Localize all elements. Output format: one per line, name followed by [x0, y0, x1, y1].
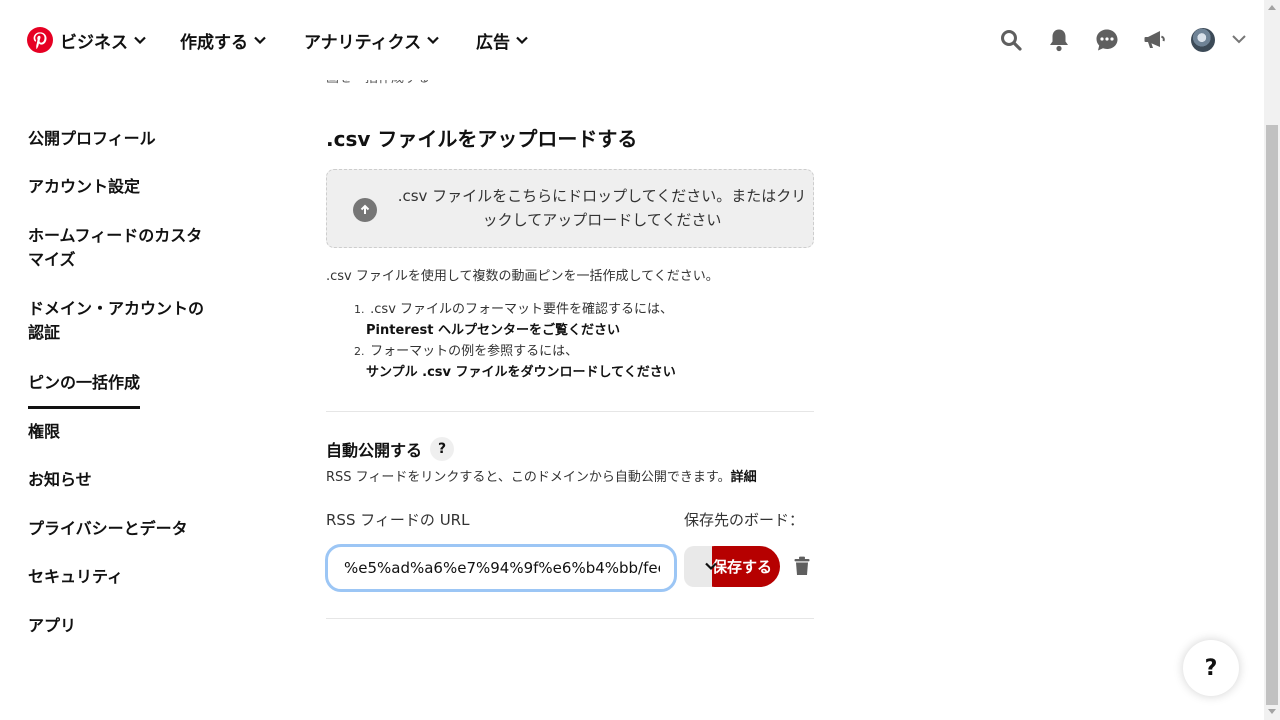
download-sample-csv-link[interactable]: サンプル .csv ファイルをダウンロードしてください — [354, 362, 676, 383]
board-label: 保存先のボード： — [684, 511, 805, 529]
sidebar-item-apps[interactable]: アプリ — [28, 614, 218, 638]
sidebar-item-bulk-create-pins[interactable]: ピンの一括作成 — [28, 371, 218, 409]
search-icon[interactable] — [997, 26, 1025, 54]
sidebar-item-permissions[interactable]: 権限 — [28, 420, 218, 444]
nav-ads-label: 広告 — [476, 32, 510, 53]
csv-dropzone[interactable]: .csv ファイルをこちらにドロップしてください。またはクリックしてアップロード… — [326, 169, 814, 248]
scrollbar-thumb[interactable] — [1266, 125, 1278, 705]
auto-publish-help-button[interactable]: ? — [430, 437, 455, 461]
messages-icon[interactable] — [1093, 26, 1121, 54]
step-text: .csv ファイルのフォーマット要件を確認するには、 — [370, 302, 674, 317]
dropzone-text: .csv ファイルをこちらにドロップしてください。またはクリックしてアップロード… — [397, 187, 807, 229]
step-number: 1. — [354, 303, 365, 316]
sidebar-item-notifications[interactable]: お知らせ — [28, 468, 218, 492]
rss-url-input[interactable] — [325, 544, 677, 592]
section-divider — [326, 411, 814, 412]
help-center-link[interactable]: Pinterest ヘルプセンターをご覧ください — [354, 320, 676, 341]
scroll-down-arrow-icon[interactable] — [1268, 709, 1276, 714]
nav-create-menu[interactable]: 作成する — [180, 27, 266, 53]
chevron-down-icon[interactable] — [704, 558, 718, 577]
chevron-down-icon — [254, 36, 266, 44]
auto-publish-heading: 自動公開する ? — [326, 437, 455, 461]
notifications-bell-icon[interactable] — [1045, 26, 1073, 54]
pinterest-logo-icon[interactable] — [27, 27, 53, 53]
sidebar-item-security[interactable]: セキュリティ — [28, 565, 218, 589]
sidebar-item-privacy-data[interactable]: プライバシーとデータ — [28, 517, 218, 541]
rss-url-label: RSS フィードの URL — [326, 511, 470, 529]
account-chevron-down-icon[interactable] — [1230, 30, 1248, 52]
floating-help-button[interactable]: ? — [1183, 640, 1239, 696]
sidebar-item-public-profile[interactable]: 公開プロフィール — [28, 127, 218, 151]
details-link[interactable]: 詳細 — [731, 470, 757, 485]
section-divider — [326, 618, 814, 619]
auto-publish-title: 自動公開する — [326, 441, 423, 460]
list-item: 1. .csv ファイルのフォーマット要件を確認するには、 Pinterest … — [354, 299, 676, 341]
nav-ads-menu[interactable]: 広告 — [476, 27, 528, 53]
nav-business-menu[interactable]: ビジネス — [60, 27, 146, 53]
list-item: 2. フォーマットの例を参照するには、 サンプル .csv ファイルをダウンロー… — [354, 341, 676, 383]
chevron-down-icon — [427, 36, 439, 44]
scroll-up-arrow-icon[interactable] — [1268, 5, 1276, 10]
sidebar-item-account-settings[interactable]: アカウント設定 — [28, 175, 218, 199]
chevron-down-icon — [516, 36, 528, 44]
step-text: フォーマットの例を参照するには、 — [370, 344, 579, 359]
upload-csv-heading: .csv ファイルをアップロードする — [326, 127, 638, 151]
auto-publish-description: RSS フィードをリンクすると、このドメインから自動公開できます。詳細 — [326, 466, 757, 485]
upload-arrow-icon — [353, 198, 377, 222]
nav-create-label: 作成する — [180, 32, 248, 53]
user-avatar[interactable] — [1191, 28, 1215, 52]
announcements-megaphone-icon[interactable] — [1141, 26, 1169, 54]
top-navigation: ビジネス 作成する アナリティクス 広告 — [0, 0, 1264, 80]
nav-business-label: ビジネス — [60, 32, 128, 53]
chevron-down-icon — [134, 36, 146, 44]
trash-icon[interactable] — [793, 556, 811, 580]
sidebar-item-claim[interactable]: ドメイン・アカウントの認証 — [28, 297, 218, 345]
nav-analytics-menu[interactable]: アナリティクス — [304, 27, 439, 53]
upload-description: .csv ファイルを使用して複数の動画ピンを一括作成してください。 — [326, 269, 719, 284]
nav-analytics-label: アナリティクス — [304, 32, 422, 53]
upload-steps-list: 1. .csv ファイルのフォーマット要件を確認するには、 Pinterest … — [354, 299, 676, 383]
sidebar-item-home-feed[interactable]: ホームフィードのカスタマイズ — [28, 224, 218, 272]
auto-publish-description-text: RSS フィードをリンクすると、このドメインから自動公開できます。 — [326, 470, 731, 485]
step-number: 2. — [354, 345, 365, 358]
